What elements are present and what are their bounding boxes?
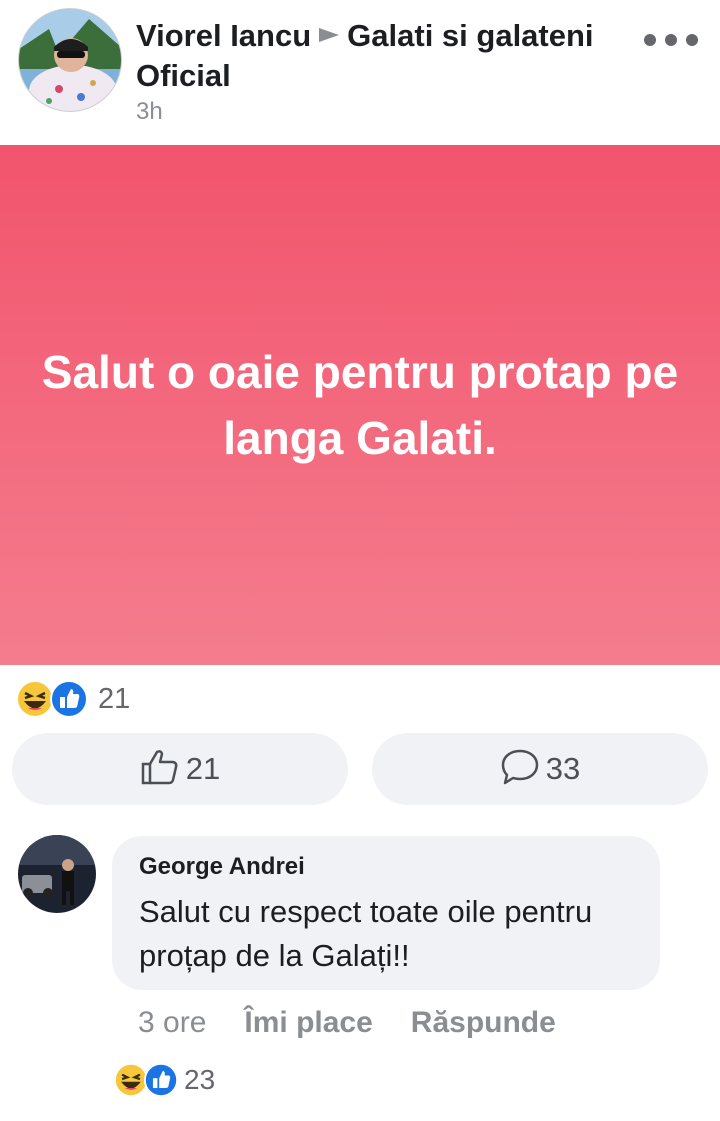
comment-text: Salut cu respect toate oile pentru proța…: [139, 894, 593, 973]
comment-button[interactable]: 33: [372, 733, 708, 805]
reaction-icons: [16, 680, 94, 718]
like-reaction-icon: [50, 680, 88, 723]
post-time[interactable]: 3h: [136, 98, 636, 126]
commenter-avatar[interactable]: [18, 835, 96, 913]
comment-reactions-summary[interactable]: 23: [114, 1062, 215, 1098]
more-options-icon[interactable]: [644, 34, 698, 48]
comment-bubble: George Andrei Salut cu respect toate oil…: [112, 836, 660, 990]
comment-reply-button[interactable]: Răspunde: [411, 1006, 556, 1040]
triangle-right-icon: [317, 14, 341, 54]
haha-reaction-icon: [16, 680, 54, 723]
haha-reaction-icon: [114, 1063, 148, 1102]
like-button[interactable]: 21: [12, 733, 348, 805]
like-reaction-icon: [144, 1063, 178, 1102]
comment-bubble-icon: [500, 748, 540, 791]
commenter-name[interactable]: George Andrei: [139, 853, 305, 881]
comment-like-button[interactable]: Îmi place: [244, 1006, 372, 1040]
reaction-count: 21: [98, 682, 131, 715]
comment-count: 33: [545, 751, 581, 786]
post-background-text: Salut o oaie pentru protap pe langa Gala…: [0, 145, 720, 665]
comment-reaction-icons: [114, 1063, 180, 1097]
post-title-line: Viorel Iancu Galati si galateni Oficial: [136, 14, 636, 96]
post-header-text: Viorel Iancu Galati si galateni Oficial 3…: [136, 14, 636, 126]
like-count: 21: [185, 751, 221, 786]
comment-reaction-count: 23: [184, 1064, 216, 1095]
author-name[interactable]: Viorel Iancu: [136, 18, 311, 53]
comment-actions: 3 ore Îmi place Răspunde: [138, 1006, 594, 1040]
post-text: Salut o oaie pentru protap pe langa Gala…: [41, 346, 679, 464]
post-header: Viorel Iancu Galati si galateni Oficial 3…: [0, 0, 720, 145]
author-avatar[interactable]: [18, 8, 122, 112]
thumbs-up-icon: [140, 748, 180, 791]
comment-time[interactable]: 3 ore: [138, 1006, 206, 1040]
post-reactions-summary[interactable]: 21: [16, 680, 130, 718]
